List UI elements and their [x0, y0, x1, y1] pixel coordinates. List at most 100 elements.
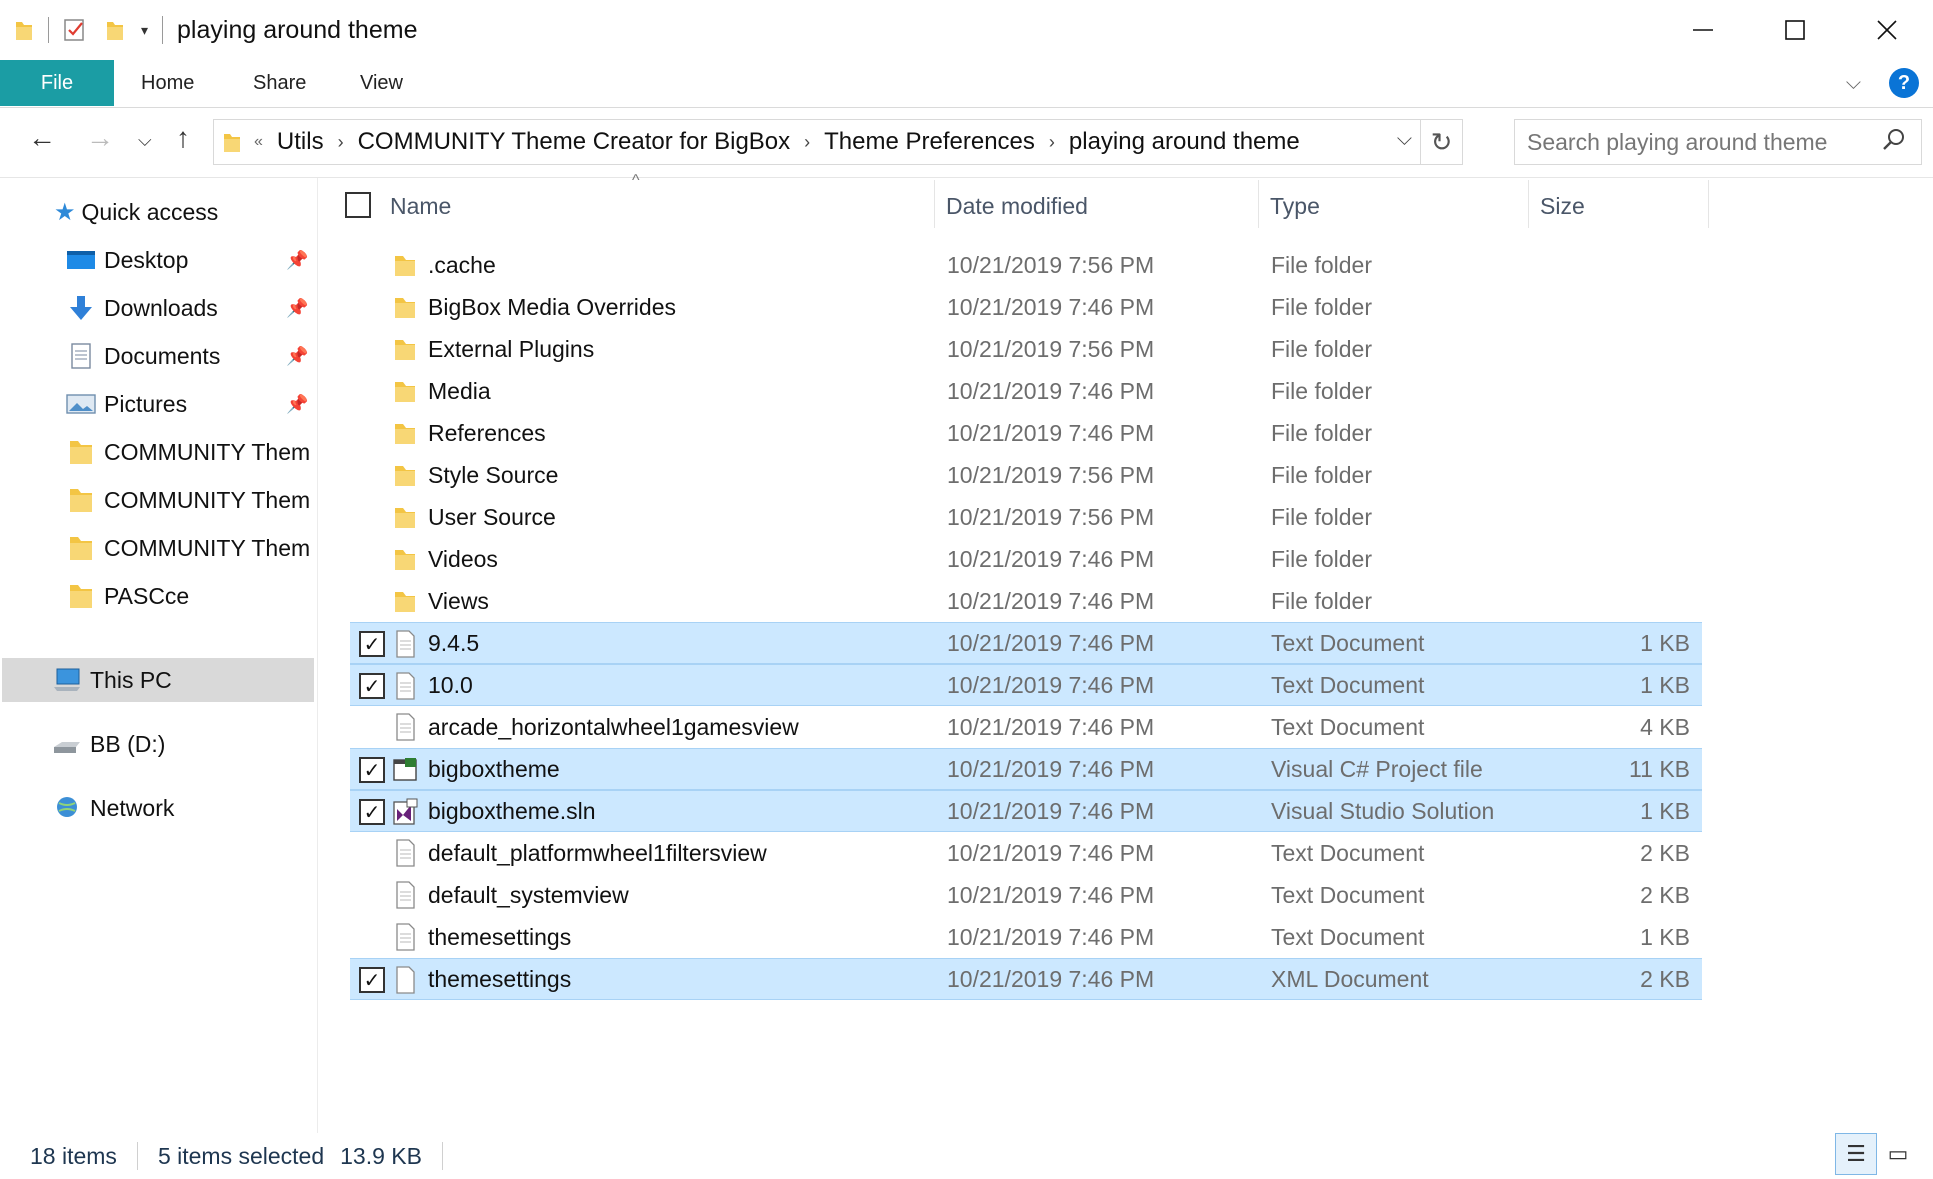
tab-share[interactable]: Share: [253, 60, 306, 106]
sidebar-item-network[interactable]: Network: [52, 786, 174, 830]
minimize-button[interactable]: [1657, 0, 1749, 60]
help-icon[interactable]: ?: [1889, 68, 1919, 98]
sidebar-item-folder[interactable]: PASCce: [66, 574, 189, 618]
file-row[interactable]: arcade_horizontalwheel1gamesview 10/21/20…: [350, 706, 1702, 748]
file-row[interactable]: ✓ bigboxtheme 10/21/2019 7:46 PM Visual C# …: [350, 748, 1702, 790]
column-header-name[interactable]: Name: [390, 185, 451, 227]
properties-icon[interactable]: [63, 17, 87, 43]
folder-icon: [392, 334, 418, 364]
tab-home[interactable]: Home: [141, 60, 194, 106]
sidebar-item-folder[interactable]: COMMUNITY Them: [66, 478, 310, 522]
file-size: 2 KB: [1640, 839, 1690, 866]
forward-arrow-icon[interactable]: →: [86, 122, 114, 154]
sidebar-item-folder[interactable]: COMMUNITY Them: [66, 526, 310, 570]
sidebar-item-quick-access[interactable]: ★ Quick access: [54, 190, 218, 234]
row-checkbox[interactable]: ✓: [359, 757, 385, 783]
star-icon: ★: [54, 198, 76, 226]
file-date-modified: 10/21/2019 7:46 PM: [947, 293, 1155, 320]
sidebar-item-this-pc[interactable]: This PC: [2, 658, 314, 702]
file-name: Views: [428, 587, 489, 614]
csharp-project-icon: [392, 755, 418, 785]
file-date-modified: 10/21/2019 7:46 PM: [947, 713, 1155, 740]
sidebar-item-drive[interactable]: BB (D:): [52, 722, 165, 766]
sidebar-item-folder[interactable]: COMMUNITY Them: [66, 430, 310, 474]
file-row[interactable]: default_systemview 10/21/2019 7:46 PM Text…: [350, 874, 1702, 916]
search-input[interactable]: Search playing around theme: [1514, 119, 1922, 165]
column-divider[interactable]: [934, 180, 935, 228]
pin-icon[interactable]: 📌: [286, 250, 308, 271]
file-row[interactable]: External Plugins 10/21/2019 7:56 PM File f…: [350, 328, 1702, 370]
file-row[interactable]: Media 10/21/2019 7:46 PM File folder: [350, 370, 1702, 412]
recent-locations-chevron-icon[interactable]: ⌵: [138, 130, 152, 151]
maximize-button[interactable]: [1749, 0, 1841, 60]
file-row[interactable]: Style Source 10/21/2019 7:56 PM File folde…: [350, 454, 1702, 496]
file-row[interactable]: ✓ 9.4.5 10/21/2019 7:46 PM Text Document 1 K…: [350, 622, 1702, 664]
address-bar[interactable]: « Utils › COMMUNITY Theme Creator for Bi…: [213, 119, 1463, 165]
refresh-icon[interactable]: ↻: [1420, 120, 1462, 164]
close-button[interactable]: [1841, 0, 1933, 60]
search-icon[interactable]: [1881, 127, 1907, 153]
new-folder-icon[interactable]: [105, 18, 125, 42]
file-type: Visual Studio Solution: [1271, 797, 1495, 824]
file-row[interactable]: ✓ 10.0 10/21/2019 7:46 PM Text Document 1 KB: [350, 664, 1702, 706]
selected-size: 13.9 KB: [340, 1142, 422, 1169]
tab-view[interactable]: View: [360, 60, 403, 106]
file-row[interactable]: Views 10/21/2019 7:46 PM File folder: [350, 580, 1702, 622]
sidebar-item-downloads[interactable]: Downloads: [66, 286, 218, 330]
column-divider[interactable]: [1708, 180, 1709, 228]
breadcrumb-overflow[interactable]: «: [254, 133, 263, 151]
column-header-size[interactable]: Size: [1540, 185, 1585, 227]
row-checkbox[interactable]: ✓: [359, 673, 385, 699]
file-row[interactable]: References 10/21/2019 7:46 PM File folder: [350, 412, 1702, 454]
file-row[interactable]: User Source 10/21/2019 7:56 PM File folder: [350, 496, 1702, 538]
details-view-icon[interactable]: ☰: [1835, 1133, 1877, 1175]
sidebar-item-desktop[interactable]: Desktop: [66, 238, 188, 282]
text-document-icon: [392, 880, 418, 910]
sidebar-item-label: BB (D:): [90, 730, 166, 757]
file-row[interactable]: BigBox Media Overrides 10/21/2019 7:46 PM…: [350, 286, 1702, 328]
file-row[interactable]: ✓ bigboxtheme.sln 10/21/2019 7:46 PM Visual…: [350, 790, 1702, 832]
window-controls: [1657, 0, 1933, 60]
pin-icon[interactable]: 📌: [286, 298, 308, 319]
large-icons-view-icon[interactable]: ▭: [1877, 1133, 1919, 1175]
file-row[interactable]: default_platformwheel1filtersview 10/21/2…: [350, 832, 1702, 874]
file-row[interactable]: ✓ themesettings 10/21/2019 7:46 PM XML Docu…: [350, 958, 1702, 1000]
breadcrumb-item[interactable]: Theme Preferences: [824, 128, 1035, 156]
chevron-right-icon[interactable]: ›: [804, 132, 810, 153]
row-checkbox[interactable]: ✓: [359, 631, 385, 657]
breadcrumb-item[interactable]: playing around theme: [1069, 128, 1300, 156]
breadcrumb-item[interactable]: Utils: [277, 128, 324, 156]
file-row[interactable]: themesettings 10/21/2019 7:46 PM Text Docu…: [350, 916, 1702, 958]
column-divider[interactable]: [1528, 180, 1529, 228]
row-checkbox[interactable]: ✓: [359, 967, 385, 993]
row-checkbox[interactable]: ✓: [359, 799, 385, 825]
file-date-modified: 10/21/2019 7:46 PM: [947, 545, 1155, 572]
chevron-right-icon[interactable]: ›: [338, 132, 344, 153]
column-header-type[interactable]: Type: [1270, 185, 1320, 227]
visual-studio-solution-icon: [392, 797, 418, 827]
address-dropdown-chevron-icon[interactable]: ⌵: [1397, 128, 1412, 151]
up-arrow-icon[interactable]: ↑: [176, 122, 190, 154]
expand-ribbon-chevron-icon[interactable]: ⌵: [1846, 72, 1861, 95]
column-header-date-modified[interactable]: Date modified: [946, 185, 1088, 227]
file-row[interactable]: Videos 10/21/2019 7:46 PM File folder: [350, 538, 1702, 580]
file-size: 2 KB: [1640, 965, 1690, 992]
file-name: References: [428, 419, 546, 446]
file-type: File folder: [1271, 545, 1372, 572]
file-type: File folder: [1271, 503, 1372, 530]
sidebar-item-documents[interactable]: Documents: [66, 334, 220, 378]
back-arrow-icon[interactable]: ←: [28, 122, 56, 154]
status-separator: [441, 1142, 443, 1170]
chevron-right-icon[interactable]: ›: [1049, 132, 1055, 153]
file-row[interactable]: .cache 10/21/2019 7:56 PM File folder: [350, 244, 1702, 286]
pin-icon[interactable]: 📌: [286, 394, 308, 415]
select-all-checkbox[interactable]: [345, 192, 371, 218]
breadcrumb-item[interactable]: COMMUNITY Theme Creator for BigBox: [358, 128, 791, 156]
customize-toolbar-dropdown[interactable]: ▾: [141, 22, 148, 39]
text-document-icon: [392, 838, 418, 868]
pin-icon[interactable]: 📌: [286, 346, 308, 367]
sidebar-item-pictures[interactable]: Pictures: [66, 382, 187, 426]
tab-file[interactable]: File: [0, 60, 114, 106]
folder-icon[interactable]: [14, 18, 34, 42]
column-divider[interactable]: [1258, 180, 1259, 228]
